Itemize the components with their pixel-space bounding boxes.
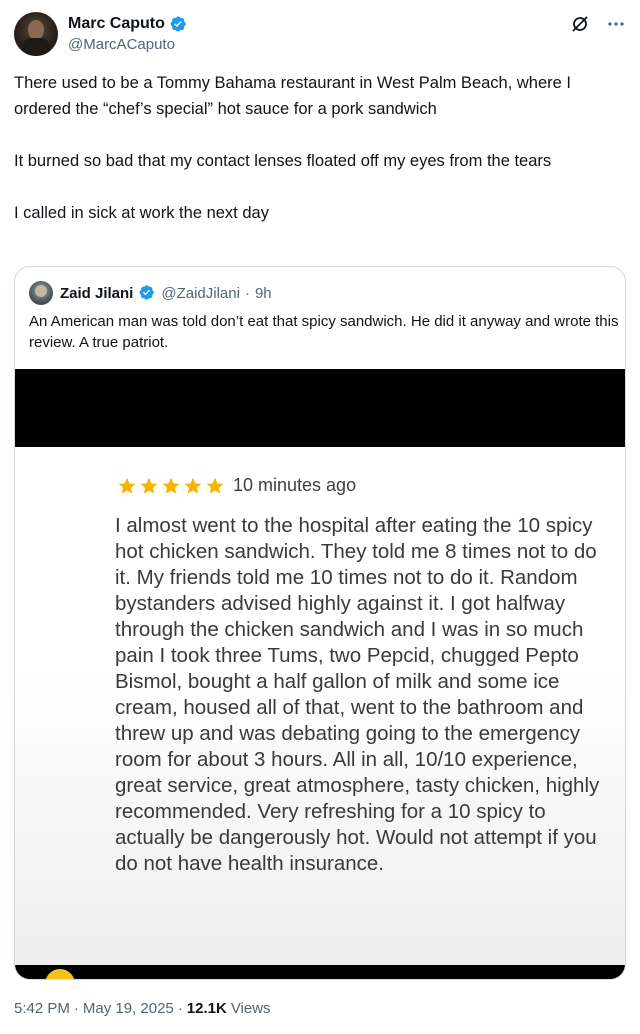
tweet-header: Marc Caputo @MarcACaputo [14, 12, 626, 60]
separator-dot: · [244, 284, 250, 302]
separator-dot: · [73, 1000, 79, 1017]
review-header: 10 minutes ago [117, 475, 356, 496]
author-name[interactable]: Marc Caputo [68, 15, 165, 33]
review-text: I almost went to the hospital after eati… [115, 514, 600, 875]
review-time: 10 minutes ago [233, 475, 357, 495]
top-actions [570, 14, 626, 34]
more-icon[interactable] [606, 14, 626, 34]
tweet-paragraph: There used to be a Tommy Bahama restaura… [14, 74, 571, 118]
star-icon [117, 476, 137, 496]
star-icon [139, 476, 159, 496]
star-icon [161, 476, 181, 496]
tweet-paragraph: It burned so bad that my contact lenses … [14, 152, 552, 170]
views-label: Views [230, 1000, 271, 1017]
tweet-date[interactable]: May 19, 2025 [83, 1000, 174, 1017]
author-avatar[interactable] [14, 12, 58, 56]
media-bottom-bar [15, 965, 625, 979]
quote-text: An American man was told don’t eat that … [29, 313, 619, 351]
verified-badge-icon[interactable] [169, 15, 187, 33]
verified-badge-icon [138, 284, 156, 302]
views-count[interactable]: 12.1K [187, 1000, 227, 1017]
star-icon [183, 476, 203, 496]
media-top-bar [15, 369, 625, 447]
tweet-time[interactable]: 5:42 PM [14, 1000, 70, 1017]
tweet-text: There used to be a Tommy Bahama restaura… [14, 70, 614, 226]
quote-header: Zaid Jilani @ZaidJilani · 9h [29, 281, 272, 305]
separator-dot: · [177, 1000, 183, 1017]
quote-timestamp[interactable]: 9h [255, 285, 272, 302]
author-handle[interactable]: @MarcACaputo [68, 36, 187, 53]
quote-tweet[interactable]: Zaid Jilani @ZaidJilani · 9h An American… [14, 266, 626, 980]
quote-author-avatar[interactable] [29, 281, 53, 305]
quote-author-handle[interactable]: @ZaidJilani [161, 285, 240, 302]
tweet-paragraph: I called in sick at work the next day [14, 204, 269, 222]
star-icon [205, 476, 225, 496]
rating-stars [117, 476, 225, 496]
tweet-meta: 5:42 PM · May 19, 2025 · 12.1K Views [14, 1000, 271, 1017]
author-info: Marc Caputo @MarcACaputo [68, 15, 187, 53]
quote-author-name[interactable]: Zaid Jilani [60, 285, 133, 302]
quote-media-image[interactable]: 10 minutes ago I almost went to the hosp… [15, 369, 625, 979]
grok-icon[interactable] [570, 14, 590, 34]
